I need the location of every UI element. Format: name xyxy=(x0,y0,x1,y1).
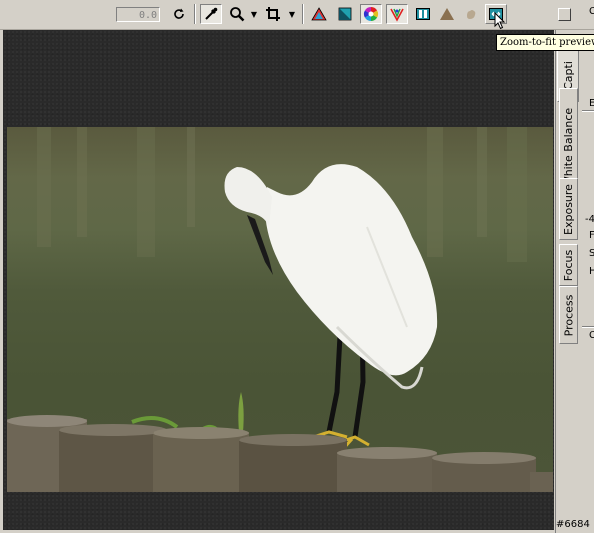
divider xyxy=(582,110,594,112)
side-letter: C xyxy=(589,330,594,341)
zoom-value-field[interactable]: 0.0 xyxy=(116,7,160,22)
shadows-highlights-icon xyxy=(311,7,327,21)
color-wheel-icon xyxy=(363,6,379,22)
tab-exposure[interactable]: Exposure xyxy=(559,178,578,240)
side-letter: C xyxy=(589,6,594,17)
mountain-button[interactable] xyxy=(436,4,458,24)
rgb-curve-button[interactable] xyxy=(386,4,408,24)
toolbar-separator xyxy=(302,4,304,24)
tab-label: Exposure xyxy=(562,183,575,235)
rotate-button[interactable] xyxy=(168,4,190,24)
tab-focus[interactable]: Focus xyxy=(559,244,578,286)
tab-process[interactable]: Process xyxy=(559,286,578,344)
side-letter: F xyxy=(589,230,594,241)
egret-photo-illustration xyxy=(7,127,553,492)
eyedropper-button[interactable] xyxy=(200,4,222,24)
color-wheel-button[interactable] xyxy=(360,4,382,24)
right-panel: Capti White Balance Exposure Focus Proce… xyxy=(555,6,594,533)
mouse-cursor-icon xyxy=(494,12,506,30)
toolbar-separator xyxy=(194,4,196,24)
hand-button[interactable] xyxy=(460,4,482,24)
crop-button[interactable] xyxy=(262,4,284,24)
toolbar: 0.0 ▼ ▼ xyxy=(0,0,594,30)
crop-icon xyxy=(266,7,280,21)
rotate-icon xyxy=(174,8,184,19)
split-view-icon xyxy=(416,8,430,20)
side-letter: H xyxy=(589,266,594,277)
tooltip: Zoom-to-fit preview xyxy=(496,34,594,51)
crop-dropdown-icon[interactable]: ▼ xyxy=(288,8,296,20)
side-letter: S xyxy=(589,248,594,259)
tab-label: Capti xyxy=(561,60,575,90)
rgb-curve-icon xyxy=(390,8,404,22)
divider xyxy=(582,326,594,328)
split-view-button[interactable] xyxy=(412,4,434,24)
image-preview-area[interactable] xyxy=(3,30,554,530)
side-letter: E xyxy=(589,98,594,109)
panel-toggle-button[interactable] xyxy=(558,8,571,21)
frame-number: #6684 xyxy=(556,519,590,530)
tab-label: Process xyxy=(562,294,576,336)
shadows-highlights-button[interactable] xyxy=(308,4,330,24)
tab-label: Focus xyxy=(562,249,576,281)
zoom-button[interactable] xyxy=(226,4,248,24)
zoom-icon xyxy=(230,7,245,22)
mountain-icon xyxy=(440,8,454,20)
tab-label: White Balance xyxy=(562,107,576,187)
contrast-icon xyxy=(338,7,352,21)
zoom-dropdown-icon[interactable]: ▼ xyxy=(250,8,258,20)
hand-icon xyxy=(467,10,476,19)
eyedropper-icon xyxy=(205,7,218,20)
side-letter: -4 xyxy=(585,214,594,225)
contrast-button[interactable] xyxy=(334,4,356,24)
photo-preview xyxy=(7,127,553,492)
